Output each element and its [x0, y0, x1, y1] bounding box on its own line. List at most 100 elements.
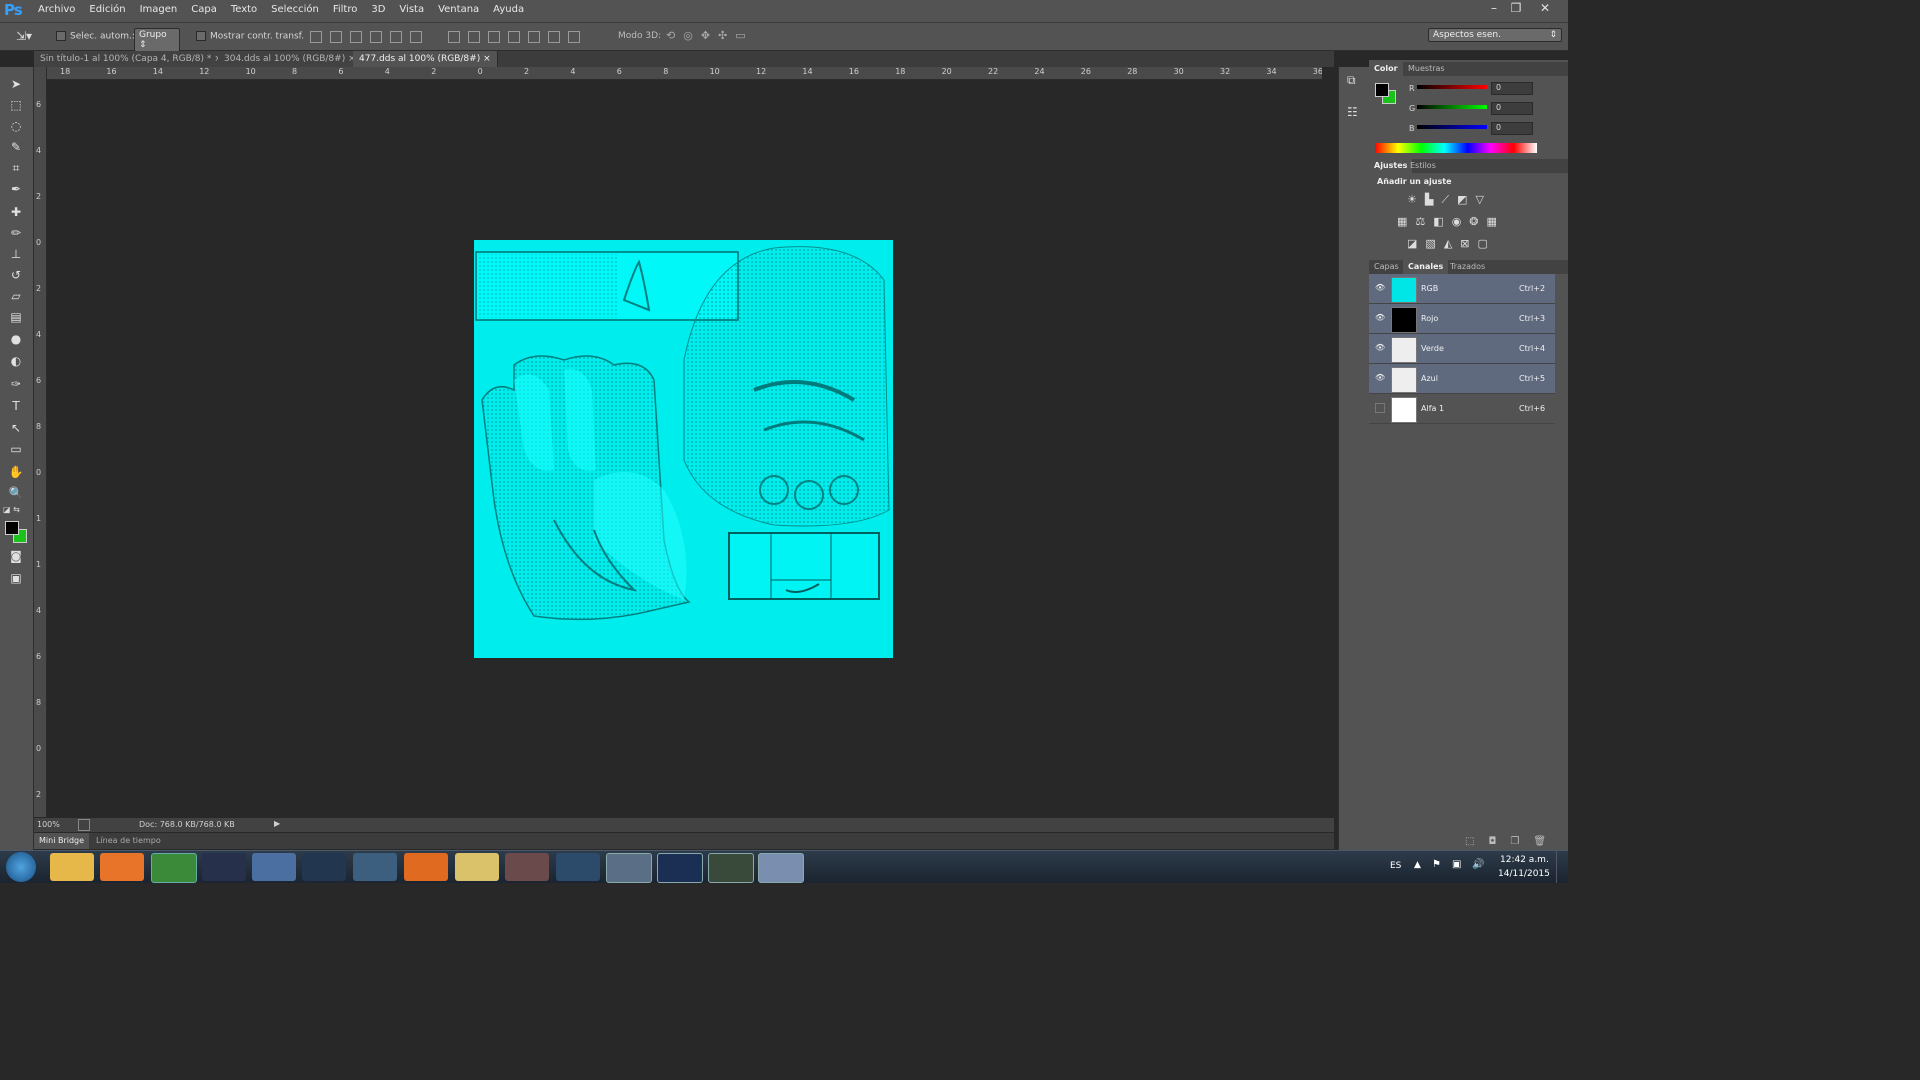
invert-icon[interactable]: ◪: [1407, 237, 1417, 250]
menu-edicion[interactable]: Edición: [89, 4, 125, 15]
screen-mode-icon[interactable]: ▣: [6, 569, 26, 587]
tab-timeline[interactable]: Línea de tiempo: [96, 833, 161, 849]
distribute-bottom-icon[interactable]: [488, 31, 500, 43]
eye-icon[interactable]: 👁: [1375, 343, 1385, 352]
origin-icon[interactable]: [404, 853, 448, 881]
fg-color-swatch[interactable]: [1375, 83, 1389, 97]
menu-imagen[interactable]: Imagen: [140, 4, 178, 15]
tab-paths[interactable]: Trazados: [1445, 260, 1490, 274]
menu-seleccion[interactable]: Selección: [271, 4, 319, 15]
align-hcenter-icon[interactable]: [390, 31, 402, 43]
eyedropper-tool-icon[interactable]: ✒: [6, 180, 26, 198]
channel-row-verde[interactable]: 👁 Verde Ctrl+4: [1369, 334, 1555, 364]
crop-tool-icon[interactable]: ⌗: [6, 159, 26, 177]
channel-mixer-icon[interactable]: ❂: [1469, 215, 1478, 228]
move-tool-icon[interactable]: ⇲▾: [16, 29, 32, 43]
levels-icon[interactable]: ▙: [1425, 193, 1433, 207]
exposure-icon[interactable]: ◩: [1457, 193, 1467, 207]
blur-tool-icon[interactable]: ●: [6, 330, 26, 348]
threshold-icon[interactable]: ◭: [1444, 237, 1452, 250]
eye-icon[interactable]: 👁: [1375, 313, 1385, 322]
menu-archivo[interactable]: Archivo: [38, 4, 75, 15]
tab-close-icon[interactable]: ×: [483, 54, 491, 64]
properties-panel-icon[interactable]: ☷: [1347, 105, 1358, 119]
tab-477[interactable]: 477.dds al 100% (RGB/8#) ×: [353, 51, 498, 67]
rotate-3d-icon[interactable]: ⟲: [666, 29, 675, 42]
foreground-color-swatch[interactable]: [5, 521, 19, 535]
close-icon[interactable]: ✕: [1534, 0, 1556, 18]
photo-filter-icon[interactable]: ◉: [1452, 215, 1462, 228]
dodge-tool-icon[interactable]: ◐: [6, 352, 26, 370]
distribute-left-icon[interactable]: [508, 31, 520, 43]
channel-row-rojo[interactable]: 👁 Rojo Ctrl+3: [1369, 304, 1555, 334]
channel-row-rgb[interactable]: 👁 RGB Ctrl+2: [1369, 274, 1555, 304]
selective-color-icon[interactable]: ⊠: [1460, 237, 1469, 250]
steam-icon[interactable]: [302, 853, 346, 881]
clone-stamp-tool-icon[interactable]: ⊥: [6, 245, 26, 263]
black-white-icon[interactable]: ◧: [1433, 215, 1443, 228]
align-top-icon[interactable]: [310, 31, 322, 43]
b-value[interactable]: 0: [1491, 122, 1533, 135]
game-character-icon[interactable]: [505, 853, 549, 881]
visibility-toggle[interactable]: [1375, 403, 1385, 413]
hue-saturation-icon[interactable]: ▦: [1397, 215, 1407, 228]
marquee-tool-icon[interactable]: ⬚: [6, 96, 26, 114]
history-panel-icon[interactable]: ⧉: [1347, 73, 1356, 88]
menu-ventana[interactable]: Ventana: [438, 4, 479, 15]
start-button-icon[interactable]: [6, 852, 36, 882]
network-icon[interactable]: ▣: [1452, 859, 1461, 870]
posterize-icon[interactable]: ▧: [1425, 237, 1435, 250]
zoom-tool-icon[interactable]: 🔍: [6, 484, 26, 502]
lasso-tool-icon[interactable]: ◌: [6, 117, 26, 135]
hand-tool-icon[interactable]: ✋: [6, 463, 26, 481]
history-brush-tool-icon[interactable]: ↺: [6, 266, 26, 284]
action-center-flag-icon[interactable]: ⚑: [1432, 859, 1441, 870]
menu-3d[interactable]: 3D: [371, 4, 385, 15]
r-slider[interactable]: [1417, 85, 1487, 89]
b-slider[interactable]: [1417, 125, 1487, 129]
new-channel-icon[interactable]: ❐: [1510, 836, 1519, 847]
volume-icon[interactable]: 🔊: [1472, 859, 1484, 870]
tab-mini-bridge[interactable]: Mini Bridge: [34, 833, 90, 849]
quick-select-tool-icon[interactable]: ✎: [6, 138, 26, 156]
photoshop-icon[interactable]: [657, 853, 703, 883]
show-transform-checkbox[interactable]: Mostrar contr. transf.: [196, 31, 304, 42]
globe-icon[interactable]: [353, 853, 397, 881]
fifa-icon[interactable]: [708, 853, 754, 883]
g-slider[interactable]: [1417, 105, 1487, 109]
show-desktop-button[interactable]: [1556, 851, 1569, 883]
doc-info-icon[interactable]: [78, 819, 90, 831]
default-colors-icon[interactable]: ◪ ⇆: [3, 505, 20, 514]
tab-304[interactable]: 304.dds al 100% (RGB/8#) ×: [218, 51, 363, 67]
pen-tool-icon[interactable]: ✑: [6, 375, 26, 393]
clock-date[interactable]: 14/11/2015: [1498, 869, 1550, 879]
tab-swatches[interactable]: Muestras: [1403, 62, 1450, 76]
ps-controller-icon[interactable]: [556, 853, 600, 881]
explorer-icon[interactable]: [50, 853, 94, 881]
auto-align-icon[interactable]: [568, 31, 580, 43]
eye-icon[interactable]: 👁: [1375, 283, 1385, 292]
java-icon[interactable]: [606, 853, 652, 883]
quick-mask-icon[interactable]: ◙: [6, 547, 26, 565]
pan-3d-icon[interactable]: ✥: [701, 29, 710, 42]
tab-styles[interactable]: Estilos: [1405, 159, 1441, 173]
curves-icon[interactable]: ⟋: [1441, 193, 1449, 207]
gradient-tool-icon[interactable]: ▤: [6, 308, 26, 326]
channel-row-azul[interactable]: 👁 Azul Ctrl+5: [1369, 364, 1555, 394]
auto-select-dropdown[interactable]: Grupo ⇕: [134, 28, 180, 52]
type-tool-icon[interactable]: T: [6, 397, 26, 415]
chrome-icon[interactable]: [151, 853, 197, 883]
auto-select-checkbox[interactable]: Selec. autom.:: [56, 31, 135, 42]
status-menu-arrow-icon[interactable]: ▶: [274, 819, 280, 828]
g-value[interactable]: 0: [1491, 102, 1533, 115]
align-left-icon[interactable]: [370, 31, 382, 43]
paint-icon[interactable]: [758, 853, 804, 883]
distribute-top-icon[interactable]: [448, 31, 460, 43]
minimize-icon[interactable]: –: [1483, 0, 1505, 18]
id-card-icon[interactable]: [455, 853, 499, 881]
align-right-icon[interactable]: [410, 31, 422, 43]
healing-brush-tool-icon[interactable]: ✚: [6, 203, 26, 221]
align-vcenter-icon[interactable]: [330, 31, 342, 43]
delete-channel-icon[interactable]: 🗑: [1533, 836, 1546, 847]
shape-tool-icon[interactable]: ▭: [6, 440, 26, 458]
